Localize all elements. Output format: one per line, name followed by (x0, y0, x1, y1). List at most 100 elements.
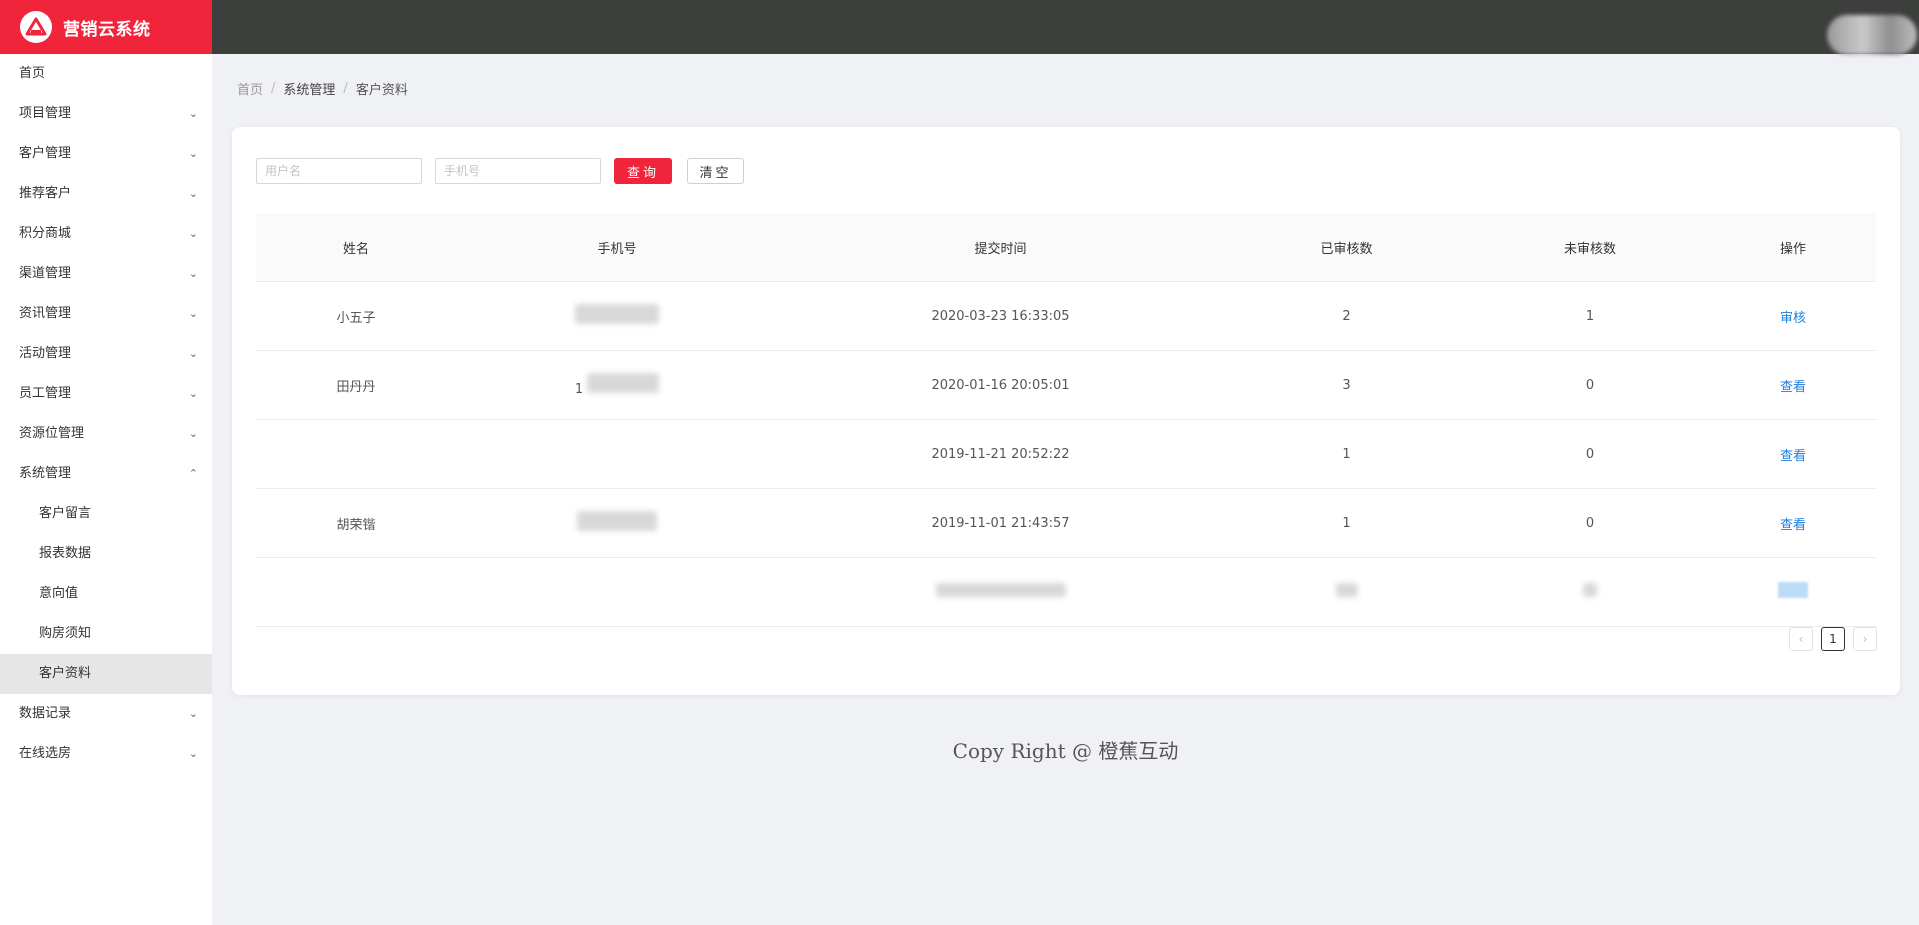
breadcrumb: 首页 / 系统管理 / 客户资料 (237, 79, 408, 98)
cell-name (256, 557, 456, 627)
cell-name: 胡荣锴 (256, 488, 456, 558)
sidebar-subitem-intent[interactable]: 意向值 (0, 574, 212, 614)
chevron-down-icon: ⌄ (188, 107, 198, 120)
chevron-down-icon: ⌄ (188, 227, 198, 240)
top-header (212, 0, 1919, 55)
sidebar-item-data-records[interactable]: 数据记录 ⌄ (0, 694, 212, 734)
cell-action: 查看 (1710, 350, 1876, 420)
sidebar-item-staff[interactable]: 员工管理 ⌄ (0, 374, 212, 414)
sidebar-item-label: 积分商城 (19, 226, 72, 241)
cell-pending: 0 (1470, 419, 1710, 489)
sidebar-item-label: 项目管理 (19, 106, 72, 121)
sidebar-item-system[interactable]: 系统管理 ⌃ (0, 454, 212, 494)
filter-bar: 查询 清空 (256, 158, 744, 184)
review-link[interactable]: 审核 (1780, 311, 1806, 326)
page-button[interactable]: 1 (1821, 627, 1845, 651)
sidebar-item-label: 客户管理 (19, 146, 72, 161)
sidebar-item-news[interactable]: 资讯管理 ⌄ (0, 294, 212, 334)
cell-submitted: 2019-11-01 21:43:57 (778, 488, 1223, 558)
redacted-value (1335, 583, 1358, 597)
breadcrumb-home[interactable]: 首页 (237, 79, 263, 98)
view-link[interactable]: 查看 (1780, 380, 1806, 395)
sidebar-item-label: 数据记录 (19, 706, 72, 721)
chevron-down-icon: ⌄ (188, 347, 198, 360)
cell-action: 查看 (1710, 419, 1876, 489)
cell-name: 田丹丹 (256, 350, 456, 420)
sidebar-item-projects[interactable]: 项目管理 ⌄ (0, 94, 212, 134)
phone-prefix: 1 (574, 382, 584, 397)
table-row: 田丹丹 1 2020-01-16 20:05:01 3 0 查看 (256, 350, 1876, 420)
cell-submitted (778, 557, 1223, 627)
sidebar-item-label: 推荐客户 (19, 186, 72, 201)
cell-phone (456, 419, 778, 489)
sidebar-item-label: 在线选房 (19, 746, 72, 761)
column-header-pending: 未审核数 (1470, 213, 1710, 282)
redacted-link[interactable] (1778, 582, 1808, 598)
customer-table: 姓名 手机号 提交时间 已审核数 未审核数 操作 小五子 2020-03-23 … (256, 213, 1876, 627)
sidebar-subitem-messages[interactable]: 客户留言 (0, 494, 212, 534)
redacted-value (1583, 583, 1597, 597)
chevron-down-icon: ⌄ (188, 747, 198, 760)
phone-input[interactable] (435, 158, 601, 184)
table-row: 2019-11-21 20:52:22 1 0 查看 (256, 419, 1876, 489)
sidebar-item-home[interactable]: 首页 (0, 54, 212, 94)
sidebar-item-online-selection[interactable]: 在线选房 ⌄ (0, 734, 212, 774)
cell-name: 小五子 (256, 281, 456, 351)
column-header-name: 姓名 (256, 213, 456, 282)
redacted-phone (577, 511, 657, 531)
cell-action: 查看 (1710, 488, 1876, 558)
clear-button[interactable]: 清空 (687, 158, 744, 184)
redacted-phone (575, 304, 659, 324)
sidebar-item-referrals[interactable]: 推荐客户 ⌄ (0, 174, 212, 214)
column-header-submitted: 提交时间 (778, 213, 1223, 282)
view-link[interactable]: 查看 (1780, 449, 1806, 464)
cell-pending: 0 (1470, 488, 1710, 558)
sidebar-subitem-customer-profile[interactable]: 客户资料 (0, 654, 212, 694)
sidebar-item-label: 资讯管理 (19, 306, 72, 321)
app-title: 营销云系统 (63, 19, 151, 40)
cell-phone (456, 557, 778, 627)
breadcrumb-separator: / (343, 81, 348, 96)
table-header-row: 姓名 手机号 提交时间 已审核数 未审核数 操作 (256, 213, 1876, 282)
table-row: 小五子 2020-03-23 16:33:05 2 1 审核 (256, 281, 1876, 351)
column-header-phone: 手机号 (456, 213, 778, 282)
sidebar-item-channels[interactable]: 渠道管理 ⌄ (0, 254, 212, 294)
cell-pending: 0 (1470, 350, 1710, 420)
query-button[interactable]: 查询 (614, 158, 672, 184)
cell-submitted: 2020-01-16 20:05:01 (778, 350, 1223, 420)
sidebar-item-resource-slots[interactable]: 资源位管理 ⌄ (0, 414, 212, 454)
chevron-down-icon: ⌄ (188, 307, 198, 320)
column-header-reviewed: 已审核数 (1223, 213, 1470, 282)
cell-reviewed: 3 (1223, 350, 1470, 420)
sidebar-subitem-purchase-notes[interactable]: 购房须知 (0, 614, 212, 654)
sidebar-item-points-mall[interactable]: 积分商城 ⌄ (0, 214, 212, 254)
cell-phone (456, 281, 778, 351)
chevron-right-icon[interactable]: › (1853, 627, 1877, 651)
view-link[interactable]: 查看 (1780, 518, 1806, 533)
user-avatar[interactable] (1827, 15, 1917, 55)
cell-phone: 1 (456, 350, 778, 420)
breadcrumb-separator: / (271, 81, 276, 96)
sidebar-item-activities[interactable]: 活动管理 ⌄ (0, 334, 212, 374)
logo-icon (20, 11, 52, 43)
redacted-time (935, 583, 1066, 597)
chevron-left-icon[interactable]: ‹ (1789, 627, 1813, 651)
sidebar-item-label: 活动管理 (19, 346, 72, 361)
chevron-down-icon: ⌄ (188, 267, 198, 280)
footer-copyright: Copy Right @ 橙蕉互动 (952, 739, 1179, 763)
sidebar-item-customers[interactable]: 客户管理 ⌄ (0, 134, 212, 174)
cell-submitted: 2020-03-23 16:33:05 (778, 281, 1223, 351)
chevron-down-icon: ⌄ (188, 427, 198, 440)
cell-phone (456, 488, 778, 558)
username-input[interactable] (256, 158, 422, 184)
table-row: 胡荣锴 2019-11-01 21:43:57 1 0 查看 (256, 488, 1876, 558)
cell-action: 审核 (1710, 281, 1876, 351)
cell-submitted: 2019-11-21 20:52:22 (778, 419, 1223, 489)
cell-reviewed (1223, 557, 1470, 627)
breadcrumb-system[interactable]: 系统管理 (283, 79, 335, 98)
sidebar-subitem-reports[interactable]: 报表数据 (0, 534, 212, 574)
redacted-phone (587, 373, 660, 393)
sidebar-item-label: 渠道管理 (19, 266, 72, 281)
cell-pending: 1 (1470, 281, 1710, 351)
sidebar-item-label: 系统管理 (19, 466, 72, 481)
